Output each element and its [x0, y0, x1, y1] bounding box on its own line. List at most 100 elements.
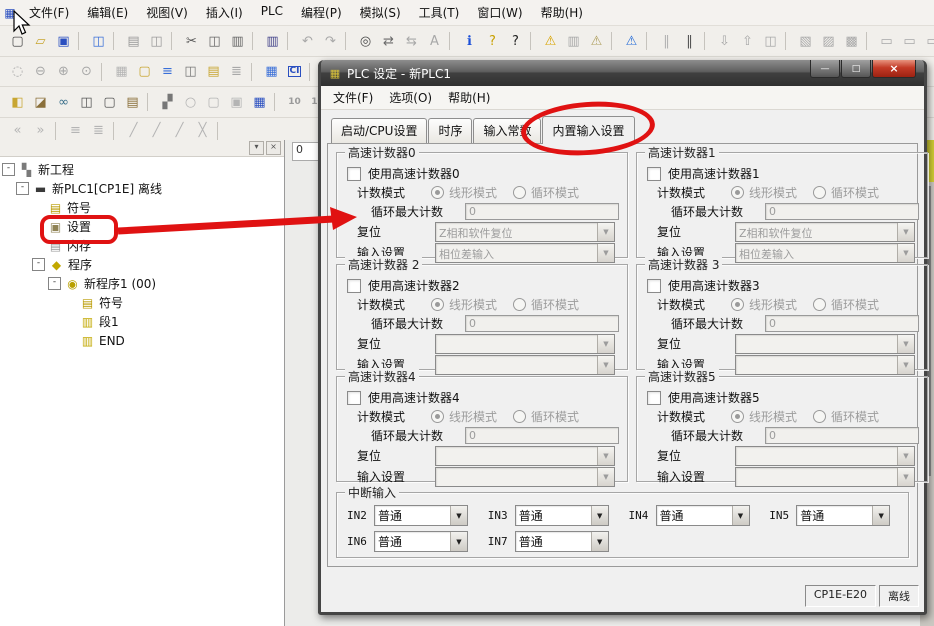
rung-wrap-icon[interactable]: ≡	[156, 62, 179, 82]
output-window-icon[interactable]: ▢	[98, 92, 121, 112]
dlg-menu-file[interactable]: 文件(F)	[325, 86, 381, 109]
io-comment-icon[interactable]: ▤	[202, 62, 225, 82]
menu-program[interactable]: 编程(P)	[292, 1, 351, 24]
decimal-display-icon-1[interactable]: 10	[283, 92, 306, 112]
tree-item-section1[interactable]: - ▥ 段1	[0, 312, 284, 331]
close-icon[interactable]: ×	[266, 141, 281, 155]
chevron-down-icon[interactable]: ▼	[450, 532, 467, 551]
zoom-in-icon[interactable]: ⊕	[52, 62, 75, 82]
transfer-from-plc-icon[interactable]: ⇧	[736, 31, 759, 51]
help-icon[interactable]: ?	[481, 31, 504, 51]
tree-item-label[interactable]: 新程序1 (00)	[84, 275, 156, 292]
minimize-button[interactable]: —	[810, 60, 840, 78]
tree-item-settings[interactable]: - ▣ 设置	[0, 217, 284, 236]
tree-item-label[interactable]: 新工程	[38, 161, 74, 178]
find-icon[interactable]: ◎	[354, 31, 377, 51]
chevron-down-icon[interactable]: ▼	[597, 335, 614, 353]
interrupt-mode-select[interactable]: 普通 ▼	[656, 505, 750, 526]
zoom-fit-icon[interactable]: ⊙	[75, 62, 98, 82]
ring-mode-radio[interactable]	[813, 186, 826, 199]
linear-mode-radio[interactable]	[431, 410, 444, 423]
linear-mode-radio[interactable]	[731, 186, 744, 199]
chevron-down-icon[interactable]: ▼	[597, 447, 614, 465]
draw-line-icon-1[interactable]: ╱	[122, 121, 145, 141]
rack-icon-1[interactable]: ▭	[875, 31, 898, 51]
chevron-down-icon[interactable]: ▼	[897, 335, 914, 353]
chevron-down-icon[interactable]: ▼	[597, 356, 614, 374]
monitor-sampling-icon[interactable]: ▦	[260, 62, 283, 82]
build-icon[interactable]: ◪	[29, 92, 52, 112]
open-project-icon[interactable]: ▱	[29, 31, 52, 51]
reset-select[interactable]: Z相和软件复位 ▼	[735, 222, 915, 242]
find-text-icon[interactable]: A	[423, 31, 446, 51]
copy-icon[interactable]: ◫	[203, 31, 226, 51]
chevron-down-icon[interactable]: ▾	[249, 141, 264, 155]
zoom-out-icon[interactable]: ⊖	[29, 62, 52, 82]
draw-line-icon-2[interactable]: ╱	[145, 121, 168, 141]
dialog-gray-icon[interactable]: ▣	[225, 92, 248, 112]
interrupt-mode-select[interactable]: 普通 ▼	[796, 505, 890, 526]
tree-item-memory[interactable]: - ▤ 内存	[0, 236, 284, 255]
expander-icon[interactable]: -	[48, 277, 61, 290]
watch-window-icon[interactable]: ∞	[52, 92, 75, 112]
menu-window[interactable]: 窗口(W)	[468, 1, 531, 24]
chevron-down-icon[interactable]: ▼	[872, 506, 889, 525]
reset-select[interactable]: ▼	[435, 446, 615, 466]
ring-max-input[interactable]: 0	[465, 315, 619, 332]
indent-right-icon[interactable]: »	[29, 121, 52, 141]
tree-item-symbols[interactable]: - ▤ 符号	[0, 198, 284, 217]
expander-icon[interactable]: -	[16, 182, 29, 195]
rack-icon-3[interactable]: ▭	[921, 31, 934, 51]
indent-left-icon[interactable]: «	[6, 121, 29, 141]
maximize-button[interactable]: □	[841, 60, 871, 78]
compare-with-plc-icon[interactable]: ◫	[759, 31, 782, 51]
zoom-select-icon[interactable]: ◌	[6, 62, 29, 82]
align-list-2-icon[interactable]: ≣	[87, 121, 110, 141]
tree-item-program1[interactable]: - ◉ 新程序1 (00)	[0, 274, 284, 293]
align-list-icon[interactable]: ≡	[64, 121, 87, 141]
expander-icon[interactable]: -	[2, 163, 15, 176]
tree-item-label[interactable]: 新PLC1[CP1E] 离线	[52, 180, 162, 197]
window-gray-icon[interactable]: ▢	[202, 92, 225, 112]
tree-item-label[interactable]: 符号	[99, 294, 123, 311]
ring-max-input[interactable]: 0	[465, 427, 619, 444]
symbol-bar-icon[interactable]: ≣	[225, 62, 248, 82]
ring-mode-radio[interactable]	[513, 410, 526, 423]
use-counter-checkbox[interactable]	[347, 167, 361, 181]
redo-icon[interactable]: ↷	[319, 31, 342, 51]
windows-toggle-icon[interactable]: ◧	[6, 92, 29, 112]
reset-select[interactable]: ▼	[735, 334, 915, 354]
chevron-down-icon[interactable]: ▼	[597, 244, 614, 262]
chevron-down-icon[interactable]: ▼	[897, 468, 914, 486]
replace-icon[interactable]: ⇄	[377, 31, 400, 51]
ring-max-input[interactable]: 0	[765, 427, 919, 444]
use-counter-checkbox[interactable]	[347, 391, 361, 405]
use-counter-checkbox[interactable]	[647, 167, 661, 181]
grid-icon[interactable]: ▦	[110, 62, 133, 82]
context-help-icon[interactable]: ?	[504, 31, 527, 51]
menu-file[interactable]: 文件(F)	[20, 1, 78, 24]
ring-max-input[interactable]: 0	[465, 203, 619, 220]
search-warning-icon[interactable]: ⚠	[585, 31, 608, 51]
close-button[interactable]: ×	[872, 60, 916, 78]
tab-builtin-input[interactable]: 内置输入设置	[542, 116, 634, 144]
binary-display-icon[interactable]: ▦	[248, 92, 271, 112]
chevron-down-icon[interactable]: ▼	[591, 506, 608, 525]
tree-item-project[interactable]: - ▚ 新工程	[0, 160, 284, 179]
ring-mode-radio[interactable]	[513, 186, 526, 199]
linear-mode-radio[interactable]	[731, 410, 744, 423]
ladder-tools-icon[interactable]: ▞	[156, 92, 179, 112]
chevron-down-icon[interactable]: ▼	[591, 532, 608, 551]
tree-item-label[interactable]: 设置	[67, 218, 91, 235]
input-setting-select[interactable]: ▼	[735, 355, 915, 375]
use-counter-checkbox[interactable]	[647, 391, 661, 405]
expander-icon[interactable]: -	[32, 258, 45, 271]
input-setting-select[interactable]: 相位差输入 ▼	[735, 243, 915, 263]
tree-item-end[interactable]: - ▥ END	[0, 331, 284, 350]
reset-select[interactable]: Z相和软件复位 ▼	[435, 222, 615, 242]
info-icon[interactable]: ℹ	[458, 31, 481, 51]
linear-mode-radio[interactable]	[431, 186, 444, 199]
ring-max-input[interactable]: 0	[765, 315, 919, 332]
chevron-down-icon[interactable]: ▼	[897, 447, 914, 465]
work-online-icon[interactable]: ▧	[794, 31, 817, 51]
